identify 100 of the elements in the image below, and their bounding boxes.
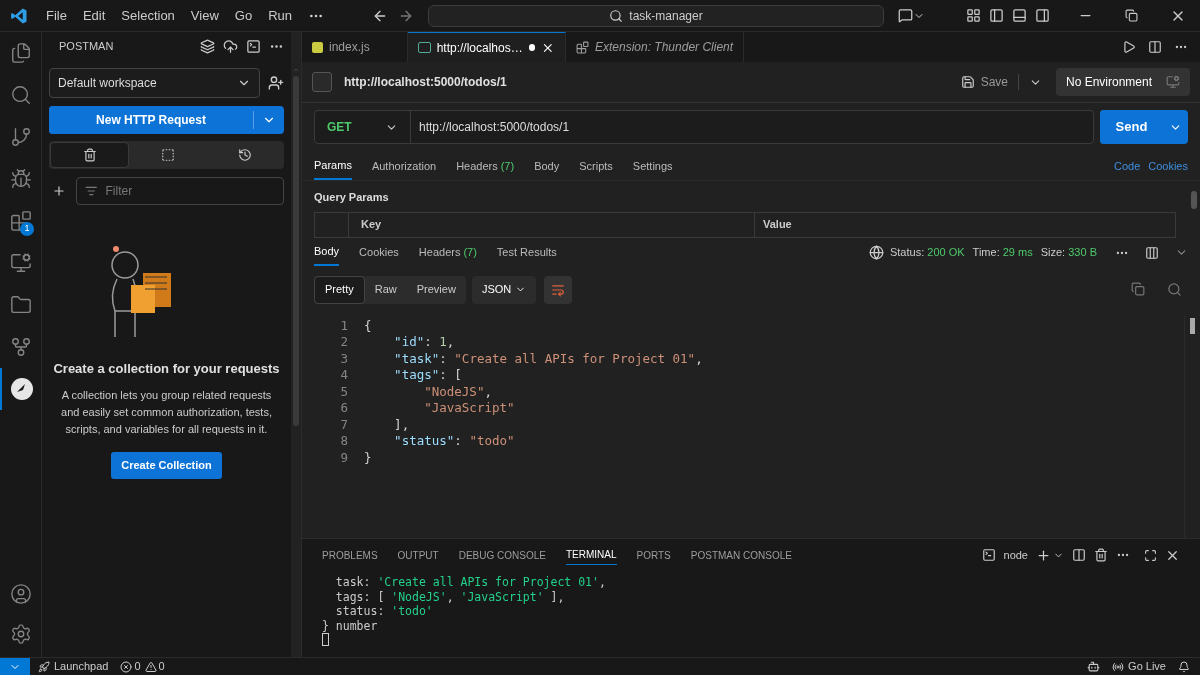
environment-selector[interactable]: No Environment (1056, 68, 1190, 96)
layers-icon[interactable] (200, 38, 215, 54)
scrollbar-thumb[interactable] (1190, 317, 1195, 334)
files-icon[interactable] (9, 42, 32, 64)
panel-tab[interactable]: TERMINAL (565, 545, 617, 565)
environments-icon (160, 148, 175, 162)
panel-tab[interactable]: OUTPUT (397, 545, 439, 565)
postman-icon[interactable] (9, 377, 34, 401)
request-tab[interactable]: Settings (632, 152, 673, 180)
terminal-line: tags: [ 'NodeJS', 'JavaScript' ], (334, 589, 566, 604)
launchpad-item[interactable]: Launchpad (54, 658, 109, 675)
save-label[interactable]: Save (980, 73, 1008, 91)
maximize-icon[interactable] (1144, 548, 1157, 562)
link[interactable]: Cookies (1148, 157, 1188, 175)
search-icon[interactable] (1167, 282, 1182, 297)
line-number: 6 (339, 400, 348, 417)
response-tab[interactable]: Headers (7) (418, 239, 477, 266)
url-field[interactable]: http://localhost:5000/todos/1 (411, 111, 1093, 143)
run-icon[interactable] (1122, 40, 1136, 54)
panel-tab[interactable]: POSTMAN CONSOLE (690, 545, 792, 565)
panel-tab[interactable]: PROBLEMS (322, 545, 378, 565)
panel-left-icon[interactable] (989, 8, 1004, 23)
terminal-name[interactable]: node (1003, 546, 1028, 564)
save-icon[interactable] (960, 75, 975, 89)
response-tab[interactable]: Body (314, 239, 340, 266)
link[interactable]: Code (1113, 157, 1141, 175)
view-mode-tab[interactable]: Pretty (314, 275, 365, 304)
add-icon[interactable] (1036, 547, 1051, 563)
warning-count[interactable]: 0 (158, 658, 165, 675)
view-tab[interactable] (50, 142, 129, 168)
line-number: 5 (339, 383, 348, 400)
wrap-button[interactable] (544, 275, 573, 304)
filter-input[interactable]: Filter (105, 182, 275, 200)
code-line: ], (393, 416, 410, 433)
panel-tab[interactable]: PORTS (636, 545, 671, 565)
code-line: } (364, 449, 372, 466)
settings-icon[interactable] (9, 623, 32, 645)
menu-item[interactable]: File (38, 5, 75, 26)
js-file-icon (312, 41, 323, 53)
terminal-icon[interactable] (246, 38, 261, 54)
copilot-icon[interactable] (1087, 660, 1101, 673)
panel-bottom-icon[interactable] (1012, 8, 1027, 23)
error-count[interactable]: 0 (134, 658, 141, 675)
folder-icon[interactable] (9, 294, 32, 316)
search-icon[interactable] (9, 84, 32, 106)
filter-field[interactable]: Filter (76, 177, 284, 205)
notification-icon[interactable] (1178, 660, 1190, 673)
view-mode-tab[interactable]: Preview (406, 275, 466, 304)
panel-right-icon[interactable] (1035, 8, 1050, 23)
git-graph-icon[interactable] (9, 336, 32, 358)
editor-tab[interactable]: http://localhos… (408, 32, 566, 62)
view-mode-tab[interactable]: Raw (364, 275, 407, 304)
copy-icon[interactable] (1131, 282, 1145, 296)
terminal-icon (981, 548, 996, 562)
cloud-upload-icon[interactable] (223, 38, 238, 54)
line-number: 3 (339, 350, 348, 367)
code-line: "id": 1, (393, 334, 455, 351)
layout-icon[interactable] (966, 8, 981, 23)
line-number: 1 (339, 317, 348, 334)
source-control-icon[interactable] (9, 126, 32, 148)
method-dropdown[interactable]: GET (315, 111, 411, 143)
restore-icon[interactable] (1125, 9, 1138, 22)
layout-icon[interactable] (1145, 245, 1159, 260)
go-live-item[interactable]: Go Live (1128, 658, 1166, 675)
request-tab[interactable]: Scripts (579, 152, 613, 180)
terminal-line: } number (322, 618, 379, 633)
run-debug-icon[interactable] (9, 168, 32, 190)
globe-icon (868, 245, 884, 260)
empty-state-title: Create a collection for your requests (53, 360, 280, 378)
scrollbar-thumb[interactable] (293, 76, 299, 426)
filter-icon (85, 184, 98, 198)
request-bar[interactable]: GET http://localhost:5000/todos/1 (314, 110, 1094, 144)
response-tab[interactable]: Cookies (359, 239, 399, 266)
terminal-line: status: 'todo' (334, 604, 434, 619)
workspace-dropdown[interactable]: Default workspace (49, 68, 260, 98)
column-header: Value (762, 217, 793, 233)
environment-icon (1166, 75, 1180, 89)
invite-user-icon[interactable] (268, 75, 284, 91)
request-tab[interactable]: Params (314, 152, 352, 180)
split-editor-icon[interactable] (1148, 40, 1162, 54)
split-terminal-icon[interactable] (1072, 548, 1086, 562)
request-tab[interactable]: Body (534, 152, 560, 180)
trash-icon[interactable] (1094, 548, 1108, 562)
add-icon[interactable] (52, 184, 66, 198)
panel-tab[interactable]: DEBUG CONSOLE (458, 545, 546, 565)
extensions-icon[interactable] (9, 210, 32, 232)
create-collection-button[interactable]: Create Collection (111, 451, 222, 479)
menu-item[interactable]: Selection (113, 5, 183, 26)
format-dropdown[interactable]: JSON (471, 275, 537, 304)
chat-icon[interactable] (898, 8, 913, 23)
request-tab[interactable]: Headers (7) (456, 152, 515, 180)
account-icon[interactable] (9, 583, 32, 605)
scrollbar-thumb[interactable] (1191, 191, 1197, 209)
request-tab[interactable]: Authorization (371, 152, 437, 180)
menu-item[interactable]: Go (226, 5, 261, 26)
menu-item[interactable]: Run (260, 5, 300, 26)
response-tab[interactable]: Test Results (496, 239, 557, 266)
search-field[interactable]: task-manager (428, 4, 884, 27)
menu-item[interactable]: View (182, 5, 227, 26)
menu-item[interactable]: Edit (74, 5, 114, 26)
